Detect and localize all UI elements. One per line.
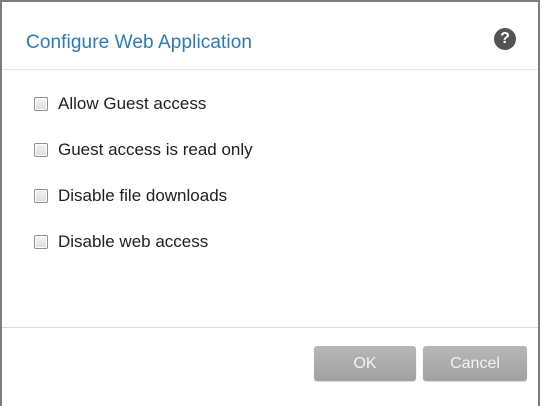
option-disable-file-downloads[interactable]: Disable file downloads	[34, 184, 253, 208]
ok-button[interactable]: OK	[314, 346, 416, 381]
option-label: Disable web access	[58, 232, 209, 251]
configure-web-application-dialog: Configure Web Application ? Allow Guest …	[0, 0, 540, 406]
option-disable-web-access[interactable]: Disable web access	[34, 230, 253, 254]
checkbox-disable-file-downloads[interactable]	[34, 189, 48, 203]
dialog-footer: OK Cancel	[2, 327, 538, 406]
option-label: Guest access is read only	[58, 140, 253, 159]
checkbox-guest-read-only[interactable]	[34, 143, 48, 157]
options-list: Allow Guest access Guest access is read …	[34, 92, 253, 276]
dialog-title: Configure Web Application	[26, 32, 253, 53]
option-label: Allow Guest access	[58, 94, 207, 113]
cancel-button[interactable]: Cancel	[423, 346, 527, 381]
option-guest-read-only[interactable]: Guest access is read only	[34, 138, 253, 162]
option-allow-guest-access[interactable]: Allow Guest access	[34, 92, 253, 116]
help-icon[interactable]: ?	[494, 28, 516, 50]
checkbox-allow-guest-access[interactable]	[34, 97, 48, 111]
dialog-header: Configure Web Application ?	[2, 2, 538, 70]
checkbox-disable-web-access[interactable]	[34, 235, 48, 249]
option-label: Disable file downloads	[58, 186, 228, 205]
